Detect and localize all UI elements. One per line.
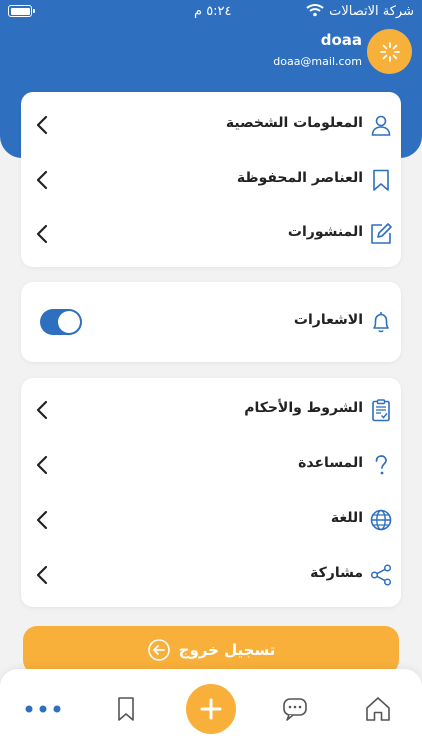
- chevron-left-icon: [36, 170, 48, 190]
- wifi-icon: [306, 4, 324, 17]
- logout-label: تسجيل خروج: [178, 641, 276, 659]
- share-icon: [370, 564, 392, 586]
- add-icon: [200, 698, 222, 720]
- more-icon[interactable]: [24, 695, 62, 723]
- user-name: doaa: [320, 31, 362, 49]
- menu-item-label: الشروط والأحكام: [244, 400, 363, 416]
- edit-icon: [371, 223, 392, 244]
- menu-item-label: العناصر المحفوظة: [236, 170, 363, 186]
- toggle-knob: [58, 311, 80, 333]
- chevron-left-icon: [36, 400, 48, 420]
- menu-item-help[interactable]: المساعدة: [21, 445, 401, 485]
- settings-menu-card: الشروط والأحكام المساعدة اللغة مشاركة: [21, 378, 401, 607]
- add-button[interactable]: [186, 684, 236, 734]
- notifications-label: الاشعارات: [293, 312, 363, 328]
- clock: ٥:٢٤ م: [194, 4, 232, 19]
- clipboard-icon: [372, 399, 390, 422]
- status-bar: شركة الاتصالات ٥:٢٤ م: [0, 0, 422, 24]
- chevron-left-icon: [36, 224, 48, 244]
- logout-icon: [147, 639, 170, 661]
- home-icon[interactable]: [364, 695, 392, 723]
- chevron-left-icon: [36, 455, 48, 475]
- logout-button[interactable]: تسجيل خروج: [23, 626, 399, 674]
- menu-item-saved-items[interactable]: العناصر المحفوظة: [21, 160, 401, 200]
- menu-item-label: اللغة: [330, 510, 363, 526]
- menu-item-posts[interactable]: المنشورات: [21, 214, 401, 254]
- menu-item-label: المساعدة: [298, 455, 363, 471]
- notifications-toggle[interactable]: [40, 309, 82, 335]
- question-icon: [375, 455, 387, 475]
- avatar[interactable]: [367, 29, 412, 74]
- menu-item-label: مشاركة: [310, 565, 363, 581]
- menu-item-label: المنشورات: [287, 224, 363, 240]
- globe-icon: [370, 509, 392, 531]
- user-email: doaa@mail.com: [273, 55, 362, 68]
- carrier-label: شركة الاتصالات: [329, 4, 414, 19]
- battery-icon: [8, 5, 35, 17]
- chevron-left-icon: [36, 115, 48, 135]
- menu-item-terms[interactable]: الشروط والأحكام: [21, 390, 401, 430]
- bell-icon: [373, 312, 389, 333]
- bookmark-icon[interactable]: [112, 695, 140, 723]
- notifications-card: الاشعارات: [21, 282, 401, 362]
- bookmark-icon: [373, 169, 389, 191]
- chevron-left-icon: [36, 565, 48, 585]
- chevron-left-icon: [36, 510, 48, 530]
- account-menu-card: المعلومات الشخصية العناصر المحفوظة المنش…: [21, 92, 401, 267]
- bottom-tab-bar: [0, 669, 422, 750]
- menu-item-language[interactable]: اللغة: [21, 500, 401, 540]
- menu-item-personal-info[interactable]: المعلومات الشخصية: [21, 105, 401, 145]
- menu-item-label: المعلومات الشخصية: [225, 115, 363, 131]
- loading-spinner-icon: [379, 41, 400, 62]
- chat-icon[interactable]: [281, 695, 309, 723]
- user-icon: [371, 115, 391, 136]
- menu-item-share[interactable]: مشاركة: [21, 555, 401, 595]
